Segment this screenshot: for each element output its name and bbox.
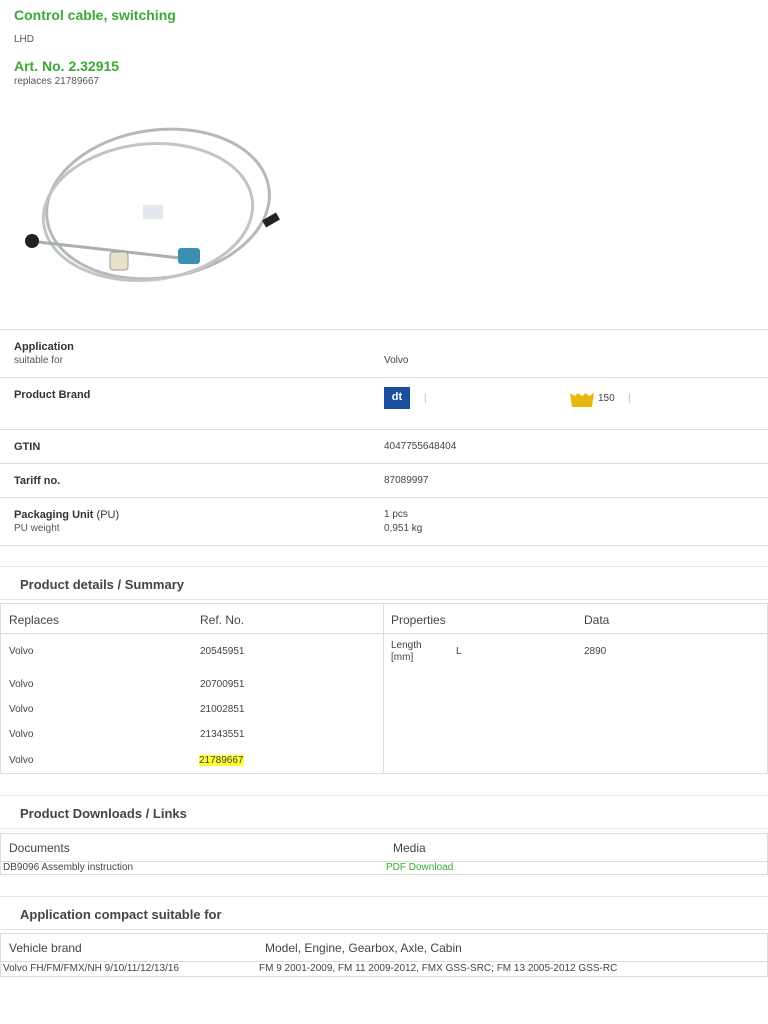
brand-label: Product Brand	[14, 389, 91, 401]
compact-table: Vehicle brand Model, Engine, Gearbox, Ax…	[0, 933, 768, 977]
replace-brand: Volvo	[9, 646, 34, 657]
replace-ref: 20545951	[200, 646, 245, 657]
replace-brand: Volvo	[9, 679, 34, 690]
pu-abbr: (PU)	[96, 509, 120, 521]
tariff-row: Tariff no. 87089997	[0, 463, 768, 497]
pu-weight-label: PU weight	[14, 523, 60, 534]
application-sublabel: suitable for	[14, 355, 63, 366]
brand-count: 150	[598, 393, 615, 404]
details-heading: Product details / Summary	[0, 566, 768, 600]
col-documents: Documents	[9, 841, 70, 855]
downloads-heading-text: Product Downloads / Links	[20, 806, 187, 821]
application-value: Volvo	[384, 355, 409, 366]
pu-weight-value: 0,951 kg	[384, 523, 423, 534]
document-name: DB9096 Assembly instruction	[3, 862, 134, 873]
col-ref-no: Ref. No.	[200, 613, 245, 627]
details-table: Replaces Ref. No. Properties Data Volvo …	[0, 603, 768, 774]
tariff-value: 87089997	[384, 475, 429, 486]
pdf-download-link[interactable]: PDF Download	[386, 862, 453, 873]
brand-separator: |	[424, 393, 427, 404]
replace-ref: 21002851	[200, 704, 245, 715]
replace-brand: Volvo	[9, 755, 34, 766]
replace-brand: Volvo	[9, 729, 34, 740]
vehicle-models: FM 9 2001-2009, FM 11 2009-2012, FMX GSS…	[259, 963, 618, 974]
col-media: Media	[393, 841, 426, 855]
downloads-table: Documents Media DB9096 Assembly instruct…	[0, 833, 768, 875]
col-data: Data	[584, 613, 610, 627]
product-variant: LHD	[14, 34, 35, 45]
col-model: Model, Engine, Gearbox, Axle, Cabin	[265, 941, 462, 955]
col-replaces: Replaces	[9, 613, 60, 627]
crown-icon	[570, 393, 594, 407]
gtin-label: GTIN	[14, 441, 41, 453]
gtin-row: GTIN 4047755648404	[0, 429, 768, 463]
product-image	[25, 127, 280, 283]
replace-brand: Volvo	[9, 704, 34, 715]
compact-heading: Application compact suitable for	[0, 896, 768, 930]
vehicle-brand: Volvo FH/FM/FMX/NH 9/10/11/12/13/16	[3, 963, 180, 974]
col-vehicle-brand: Vehicle brand	[9, 941, 82, 955]
application-label: Application	[14, 341, 74, 353]
replace-ref: 20700951	[200, 679, 245, 690]
downloads-heading: Product Downloads / Links	[0, 795, 768, 829]
details-heading-text: Product details / Summary	[20, 577, 184, 592]
replace-ref-highlighted: 21789667	[199, 755, 244, 766]
product-title: Control cable, switching	[14, 7, 176, 23]
article-number: Art. No. 2.32915	[14, 58, 120, 74]
pu-label: Packaging Unit	[14, 509, 94, 521]
property-name: Length [mm]	[391, 640, 422, 663]
pu-value: 1 pcs	[384, 509, 408, 520]
application-row: Application suitable for Volvo	[0, 329, 768, 377]
brand-separator: |	[628, 393, 631, 404]
property-symbol: L	[456, 646, 462, 657]
compact-heading-text: Application compact suitable for	[20, 907, 222, 922]
packaging-row: Packaging Unit (PU) PU weight 1 pcs 0,95…	[0, 497, 768, 546]
replace-ref: 21343551	[200, 729, 245, 740]
replaces-text: replaces 21789667	[14, 76, 100, 87]
gtin-value: 4047755648404	[384, 441, 457, 452]
tariff-label: Tariff no.	[14, 475, 61, 487]
property-value: 2890	[584, 646, 607, 657]
dt-logo: dt	[384, 387, 410, 409]
brand-row: Product Brand dt | 150 |	[0, 377, 768, 429]
col-properties: Properties	[391, 613, 446, 627]
